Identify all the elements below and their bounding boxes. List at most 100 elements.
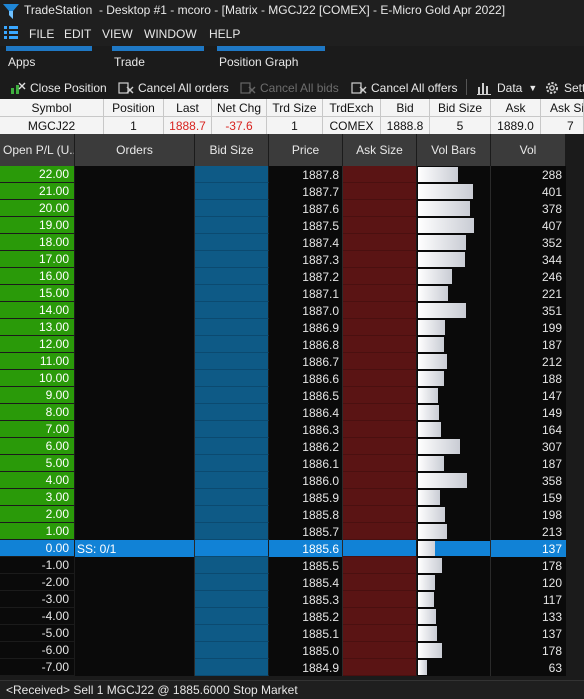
- ladder-row[interactable]: 17.00 1887.3 344: [0, 251, 566, 268]
- ladder-row[interactable]: 18.00 1887.4 352: [0, 234, 566, 251]
- orders-cell[interactable]: [75, 353, 195, 370]
- quote-col-asksize[interactable]: Ask Si: [541, 99, 584, 117]
- bid-size-cell[interactable]: [195, 421, 269, 438]
- bid-size-cell[interactable]: [195, 234, 269, 251]
- orders-cell[interactable]: [75, 591, 195, 608]
- orders-cell[interactable]: [75, 319, 195, 336]
- bid-size-cell[interactable]: [195, 523, 269, 540]
- orders-cell[interactable]: [75, 472, 195, 489]
- orders-cell[interactable]: [75, 251, 195, 268]
- ladder-row[interactable]: 21.00 1887.7 401: [0, 183, 566, 200]
- orders-cell[interactable]: [75, 455, 195, 472]
- ask-size-cell[interactable]: [343, 642, 417, 659]
- ask-size-cell[interactable]: [343, 523, 417, 540]
- menu-help[interactable]: HELP: [209, 27, 240, 41]
- ladder-row[interactable]: 14.00 1887.0 351: [0, 302, 566, 319]
- ladder-row[interactable]: 4.00 1886.0 358: [0, 472, 566, 489]
- ask-size-cell[interactable]: [343, 438, 417, 455]
- bid-size-cell[interactable]: [195, 438, 269, 455]
- ask-size-cell[interactable]: [343, 608, 417, 625]
- ask-size-cell[interactable]: [343, 506, 417, 523]
- orders-cell[interactable]: [75, 302, 195, 319]
- ask-size-cell[interactable]: [343, 404, 417, 421]
- quote-col-last[interactable]: Last: [164, 99, 212, 117]
- quote-col-bidsize[interactable]: Bid Size: [430, 99, 491, 117]
- cancel-all-offers-button[interactable]: Cancel All offers: [351, 79, 458, 97]
- bid-size-cell[interactable]: [195, 268, 269, 285]
- ladder-row[interactable]: 7.00 1886.3 164: [0, 421, 566, 438]
- ask-size-cell[interactable]: [343, 183, 417, 200]
- ladder-row[interactable]: 6.00 1886.2 307: [0, 438, 566, 455]
- orders-cell[interactable]: [75, 404, 195, 421]
- orders-cell[interactable]: [75, 625, 195, 642]
- ladder-row[interactable]: 20.00 1887.6 378: [0, 200, 566, 217]
- menu-file[interactable]: FILE: [29, 27, 54, 41]
- ask-size-cell[interactable]: [343, 557, 417, 574]
- bid-size-cell[interactable]: [195, 557, 269, 574]
- ladder-row[interactable]: 10.00 1886.6 188: [0, 370, 566, 387]
- ladder-row-current[interactable]: 0.00 SS: 0/1 1885.6 137: [0, 540, 566, 557]
- menu-edit[interactable]: EDIT: [64, 27, 91, 41]
- ladder-row[interactable]: -1.00 1885.5 178: [0, 557, 566, 574]
- quote-col-trdsize[interactable]: Trd Size: [267, 99, 323, 117]
- bid-size-cell[interactable]: [195, 608, 269, 625]
- orders-cell[interactable]: [75, 285, 195, 302]
- ladder-row[interactable]: 3.00 1885.9 159: [0, 489, 566, 506]
- data-dropdown[interactable]: Data ▼: [477, 79, 537, 97]
- quote-col-bid[interactable]: Bid: [381, 99, 430, 117]
- bid-size-cell[interactable]: [195, 489, 269, 506]
- bid-size-cell[interactable]: [195, 370, 269, 387]
- orders-cell[interactable]: [75, 183, 195, 200]
- bid-size-cell[interactable]: [195, 353, 269, 370]
- ladder-row[interactable]: -5.00 1885.1 137: [0, 625, 566, 642]
- ladder-row[interactable]: 2.00 1885.8 198: [0, 506, 566, 523]
- ask-size-cell[interactable]: [343, 268, 417, 285]
- tab-apps[interactable]: Apps: [6, 46, 92, 72]
- settings-button[interactable]: Setti: [544, 79, 584, 97]
- ask-size-cell[interactable]: [343, 387, 417, 404]
- menu-window[interactable]: WINDOW: [144, 27, 197, 41]
- ladder-row[interactable]: 16.00 1887.2 246: [0, 268, 566, 285]
- ask-size-cell[interactable]: [343, 302, 417, 319]
- ask-size-cell[interactable]: [343, 625, 417, 642]
- ask-size-cell[interactable]: [343, 166, 417, 183]
- ask-size-cell[interactable]: [343, 217, 417, 234]
- ask-size-cell[interactable]: [343, 319, 417, 336]
- ask-size-cell[interactable]: [343, 285, 417, 302]
- orders-cell[interactable]: [75, 234, 195, 251]
- quote-col-ask[interactable]: Ask: [491, 99, 541, 117]
- orders-cell[interactable]: [75, 268, 195, 285]
- bid-size-cell[interactable]: [195, 200, 269, 217]
- ladder-row[interactable]: -2.00 1885.4 120: [0, 574, 566, 591]
- bid-size-cell[interactable]: [195, 285, 269, 302]
- quote-row[interactable]: MGCJ22 1 1888.7 -37.6 1 COMEX 1888.8 5 1…: [0, 117, 584, 134]
- ask-size-cell[interactable]: [343, 455, 417, 472]
- orders-cell[interactable]: [75, 166, 195, 183]
- ask-size-cell[interactable]: [343, 489, 417, 506]
- bid-size-cell[interactable]: [195, 591, 269, 608]
- orders-cell[interactable]: [75, 574, 195, 591]
- ladder-row[interactable]: 19.00 1887.5 407: [0, 217, 566, 234]
- ladder-row[interactable]: 11.00 1886.7 212: [0, 353, 566, 370]
- apps-grid-icon[interactable]: [4, 26, 18, 43]
- quote-col-netchg[interactable]: Net Chg: [212, 99, 267, 117]
- ask-size-cell[interactable]: [343, 336, 417, 353]
- ladder-row[interactable]: 9.00 1886.5 147: [0, 387, 566, 404]
- col-price[interactable]: Price: [269, 134, 343, 166]
- ladder-row[interactable]: -6.00 1885.0 178: [0, 642, 566, 659]
- ask-size-cell[interactable]: [343, 200, 417, 217]
- orders-cell[interactable]: [75, 387, 195, 404]
- orders-cell[interactable]: [75, 370, 195, 387]
- bid-size-cell[interactable]: [195, 251, 269, 268]
- ladder-row[interactable]: 1.00 1885.7 213: [0, 523, 566, 540]
- ask-size-cell[interactable]: [343, 251, 417, 268]
- col-vol[interactable]: Vol: [491, 134, 566, 166]
- bid-size-cell[interactable]: [195, 387, 269, 404]
- ladder-row[interactable]: 22.00 1887.8 288: [0, 166, 566, 183]
- orders-cell[interactable]: [75, 489, 195, 506]
- bid-size-cell[interactable]: [195, 455, 269, 472]
- ladder-row[interactable]: 13.00 1886.9 199: [0, 319, 566, 336]
- orders-cell[interactable]: [75, 523, 195, 540]
- ladder-row[interactable]: 12.00 1886.8 187: [0, 336, 566, 353]
- ask-size-cell[interactable]: [343, 370, 417, 387]
